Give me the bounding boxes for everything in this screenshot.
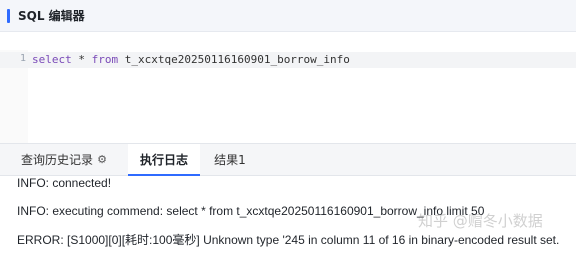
- header-accent-bar: [7, 8, 10, 23]
- sql-editor[interactable]: 1 select * from t_xcxtqe20250116160901_b…: [0, 50, 576, 143]
- bottom-tabs: 查询历史记录 ⚙ 执行日志 结果1: [0, 143, 576, 176]
- keyword-select: select: [32, 53, 72, 66]
- tab-query-history-label: 查询历史记录: [21, 153, 94, 167]
- table-name: t_xcxtqe20250116160901_borrow_info: [118, 53, 350, 66]
- operator-star: *: [71, 53, 92, 66]
- log-line: INFO: connected!: [17, 176, 112, 190]
- tab-query-history[interactable]: 查询历史记录 ⚙: [0, 144, 128, 175]
- keyword-from: from: [91, 53, 119, 66]
- log-line: ERROR: [S1000][0][耗时:100毫秒] Unknown type…: [17, 233, 560, 247]
- sql-code-line[interactable]: select * from t_xcxtqe20250116160901_bor…: [32, 53, 350, 66]
- tab-result-1-label: 结果1: [214, 153, 246, 167]
- tab-result-1[interactable]: 结果1: [200, 144, 260, 175]
- editor-toolbar-gap: [0, 33, 576, 50]
- editor-header: SQL 编辑器: [0, 0, 576, 32]
- settings-icon[interactable]: ⚙: [97, 153, 107, 166]
- line-number: 1: [19, 53, 26, 64]
- tab-execution-log[interactable]: 执行日志: [128, 144, 200, 176]
- tab-execution-log-label: 执行日志: [139, 153, 188, 167]
- log-line: INFO: executing commend: select * from t…: [17, 204, 485, 218]
- watermark: 知乎 @赗冬小数据: [418, 212, 543, 230]
- page-title: SQL 编辑器: [18, 9, 85, 23]
